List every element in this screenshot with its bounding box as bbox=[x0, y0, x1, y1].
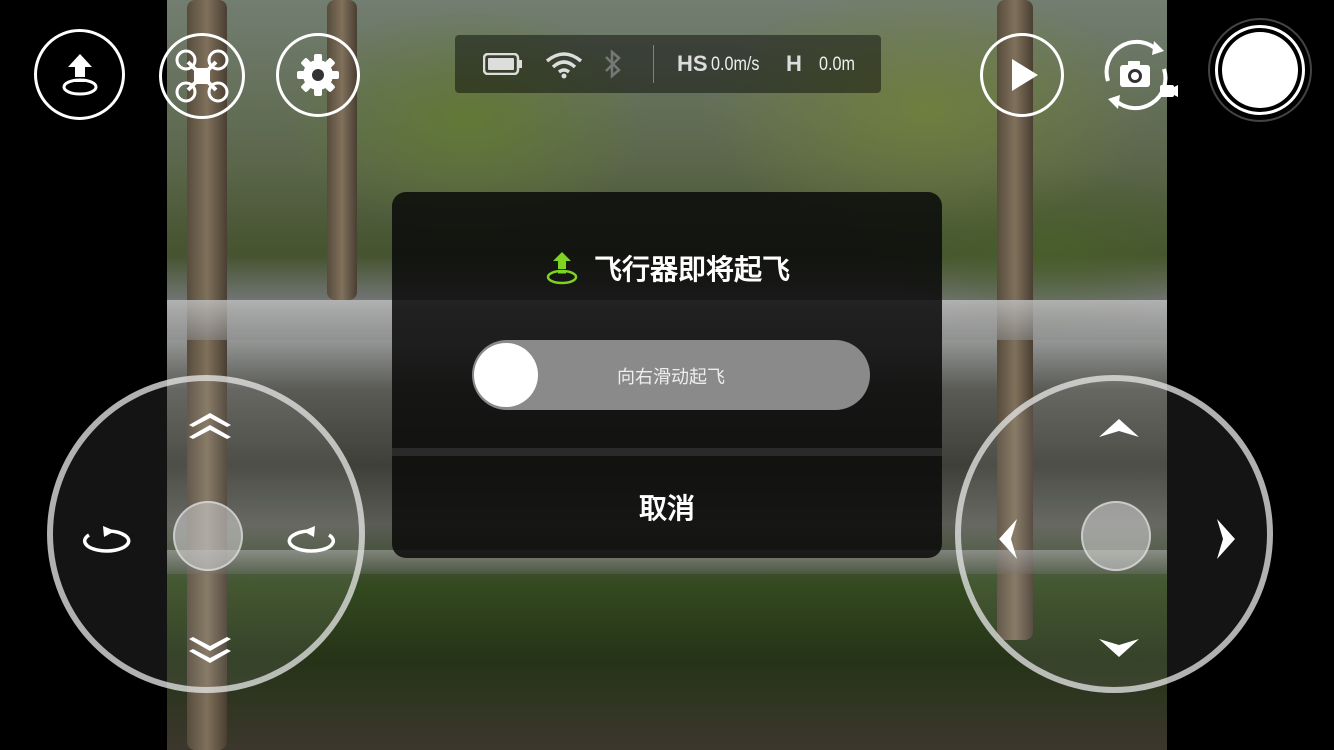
ascend-icon bbox=[189, 413, 231, 439]
rotate-left-icon bbox=[82, 526, 131, 553]
playback-button[interactable] bbox=[980, 33, 1064, 117]
status-divider bbox=[653, 45, 654, 83]
backward-icon bbox=[1099, 639, 1139, 657]
slide-to-takeoff-slider[interactable]: 向右滑动起飞 bbox=[472, 340, 870, 410]
hs-value: 0.0m/s bbox=[711, 54, 760, 75]
right-joystick[interactable] bbox=[955, 375, 1273, 693]
hs-label: HS bbox=[677, 51, 708, 76]
play-icon bbox=[1012, 59, 1038, 91]
left-joystick[interactable] bbox=[47, 375, 365, 693]
right-icon bbox=[1217, 519, 1235, 559]
camera-switch-icon bbox=[1104, 39, 1178, 111]
dialog-title: 飞行器即将起飞 bbox=[593, 253, 790, 286]
h-value: 0.0m bbox=[819, 54, 855, 75]
battery-icon bbox=[483, 53, 522, 75]
shutter-icon bbox=[1222, 32, 1298, 108]
drone-icon bbox=[175, 49, 229, 103]
bluetooth-icon bbox=[605, 49, 621, 79]
takeoff-button[interactable] bbox=[34, 29, 125, 120]
descend-icon bbox=[189, 637, 231, 663]
right-stick-knob[interactable] bbox=[1081, 501, 1151, 571]
h-label: H bbox=[786, 51, 802, 76]
forward-icon bbox=[1099, 419, 1139, 437]
settings-button[interactable] bbox=[276, 33, 360, 117]
shutter-ring bbox=[1215, 25, 1305, 115]
aircraft-status-button[interactable] bbox=[159, 33, 245, 119]
takeoff-icon bbox=[546, 252, 578, 285]
shutter-button[interactable] bbox=[1208, 18, 1312, 122]
status-bar: HS 0.0m/s H 0.0m bbox=[455, 35, 881, 93]
gear-icon bbox=[297, 54, 339, 96]
left-stick-knob[interactable] bbox=[173, 501, 243, 571]
left-icon bbox=[999, 519, 1017, 559]
dialog-title-row: 飞行器即将起飞 bbox=[392, 248, 942, 289]
dialog-divider bbox=[392, 448, 942, 456]
camera-mode-button[interactable] bbox=[1094, 35, 1178, 115]
wifi-icon bbox=[545, 52, 583, 79]
takeoff-icon bbox=[62, 53, 97, 95]
cancel-button[interactable]: 取消 bbox=[392, 456, 942, 558]
rotate-right-icon bbox=[287, 526, 336, 553]
slider-knob[interactable] bbox=[474, 343, 538, 407]
